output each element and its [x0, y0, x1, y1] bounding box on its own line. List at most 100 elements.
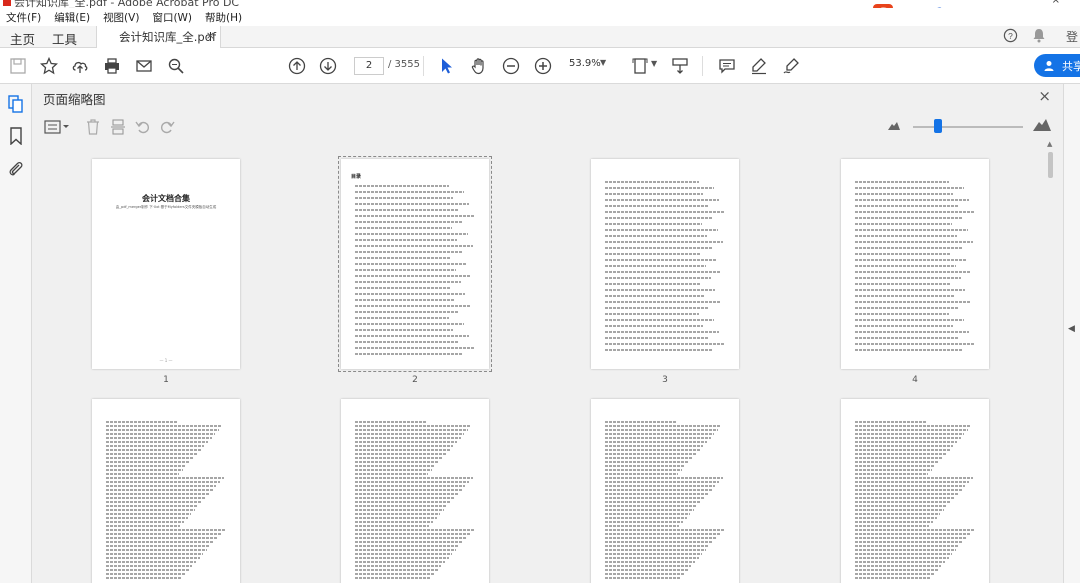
help-icon[interactable]: ?	[1003, 28, 1018, 47]
close-window-button[interactable]: ×	[1052, 0, 1060, 6]
sign-in-button[interactable]: 登	[1066, 28, 1078, 45]
menu-file[interactable]: 文件(F)	[6, 10, 41, 25]
sign-pen-icon[interactable]	[781, 56, 801, 76]
scrollbar-thumb[interactable]	[1048, 152, 1053, 178]
page-thumbnail-1[interactable]: 会计文档合集 由_pdf_merger制作 下·0xt 基于Myfolders文…	[92, 159, 240, 369]
text-line	[355, 251, 462, 253]
text-line	[855, 497, 955, 499]
save-icon[interactable]	[8, 56, 28, 76]
rotate-clockwise-icon[interactable]	[156, 117, 178, 137]
menu-help[interactable]: 帮助(H)	[205, 10, 242, 25]
search-icon[interactable]	[166, 56, 186, 76]
text-line	[106, 529, 225, 531]
text-line	[355, 521, 433, 523]
highlight-pen-icon[interactable]	[749, 56, 769, 76]
text-line	[605, 199, 719, 201]
zoom-dropdown-chevron-icon[interactable]: ▼	[600, 58, 606, 67]
scroll-mode-icon[interactable]	[670, 56, 690, 76]
text-line	[855, 421, 927, 423]
text-line	[605, 343, 724, 345]
insert-page-icon[interactable]	[107, 117, 129, 137]
menu-edit[interactable]: 编辑(E)	[54, 10, 90, 25]
text-line	[855, 425, 972, 427]
close-tab-button[interactable]: ×	[206, 29, 215, 42]
bookmarks-icon[interactable]	[6, 126, 26, 146]
page-thumbnail-4[interactable]	[841, 159, 989, 369]
text-line	[355, 425, 472, 427]
menu-window[interactable]: 窗口(W)	[152, 10, 192, 25]
text-line	[605, 437, 711, 439]
text-line	[855, 223, 953, 225]
text-line	[355, 473, 429, 475]
text-line	[605, 441, 707, 443]
page-total: / 3555	[388, 59, 420, 70]
thumbnail-grid: 会计文档合集 由_pdf_merger制作 下·0xt 基于Myfolders文…	[33, 142, 1049, 583]
thumbnail-size-large-icon[interactable]	[1033, 118, 1051, 131]
text-line	[605, 229, 718, 231]
text-line	[355, 239, 457, 241]
email-icon[interactable]	[134, 56, 154, 76]
print-icon[interactable]	[102, 56, 122, 76]
tab-document[interactable]: 会计知识库_全.pdf ×	[96, 26, 221, 49]
cover-title: 会计文档合集	[142, 194, 190, 203]
page-fit-icon[interactable]	[630, 56, 650, 76]
text-line	[106, 433, 216, 435]
text-line	[605, 545, 710, 547]
page-thumbnail-label: 2	[412, 375, 418, 385]
text-line	[355, 489, 462, 491]
text-line	[355, 549, 456, 551]
text-line	[605, 557, 699, 559]
upload-cloud-icon[interactable]	[70, 56, 90, 76]
hand-tool-icon[interactable]	[469, 56, 489, 76]
select-cursor-icon[interactable]	[437, 56, 457, 76]
text-line	[106, 533, 222, 535]
page-thumbnail-8[interactable]	[841, 399, 989, 583]
text-line	[855, 557, 949, 559]
expand-right-pane-icon[interactable]: ◀	[1068, 324, 1075, 334]
text-line	[855, 193, 954, 195]
text-line	[855, 301, 971, 303]
text-line	[605, 513, 691, 515]
page-thumbnail-6[interactable]	[341, 399, 489, 583]
text-line	[855, 553, 953, 555]
text-line	[605, 253, 701, 255]
page-thumbnails-icon[interactable]	[6, 94, 26, 114]
page-number-input[interactable]: 2	[354, 57, 384, 75]
page-thumbnail-7[interactable]	[591, 399, 739, 583]
page-thumbnail-5[interactable]	[92, 399, 240, 583]
rotate-counterclockwise-icon[interactable]	[132, 117, 154, 137]
page-thumbnail-2[interactable]: 目录	[338, 156, 492, 372]
close-panel-button[interactable]: ×	[1038, 87, 1051, 105]
text-line	[106, 553, 204, 555]
notification-bell-icon[interactable]	[1032, 28, 1046, 47]
thumbnail-size-slider-track[interactable]	[913, 126, 1023, 128]
zoom-level[interactable]: 53.9%	[569, 58, 601, 69]
thumbnail-scrollbar[interactable]: ▲	[1045, 140, 1055, 583]
attachments-icon[interactable]	[6, 159, 26, 179]
next-page-icon[interactable]	[318, 56, 338, 76]
options-menu-icon[interactable]	[43, 117, 71, 137]
tab-home[interactable]: 主页	[10, 29, 35, 48]
thumbnail-size-slider-thumb[interactable]	[934, 119, 942, 133]
zoom-in-icon[interactable]	[533, 56, 553, 76]
text-line	[605, 549, 706, 551]
page-thumbnail-3[interactable]	[591, 159, 739, 369]
previous-page-icon[interactable]	[287, 56, 307, 76]
text-line	[855, 481, 969, 483]
text-line	[855, 343, 974, 345]
scroll-up-arrow-icon[interactable]: ▲	[1047, 140, 1052, 148]
zoom-out-icon[interactable]	[501, 56, 521, 76]
text-line	[605, 497, 705, 499]
menu-view[interactable]: 视图(V)	[103, 10, 139, 25]
text-line	[855, 187, 965, 189]
share-button[interactable]: 共享	[1034, 54, 1080, 77]
page-fit-chevron-icon[interactable]: ▼	[651, 59, 657, 68]
thumbnail-size-small-icon[interactable]	[888, 121, 900, 130]
text-line	[355, 537, 467, 539]
comment-icon[interactable]	[717, 56, 737, 76]
delete-page-icon[interactable]	[82, 117, 104, 137]
bookmark-star-icon[interactable]	[39, 56, 59, 76]
text-line	[605, 465, 686, 467]
text-line	[355, 329, 454, 331]
tab-tools[interactable]: 工具	[52, 29, 77, 48]
